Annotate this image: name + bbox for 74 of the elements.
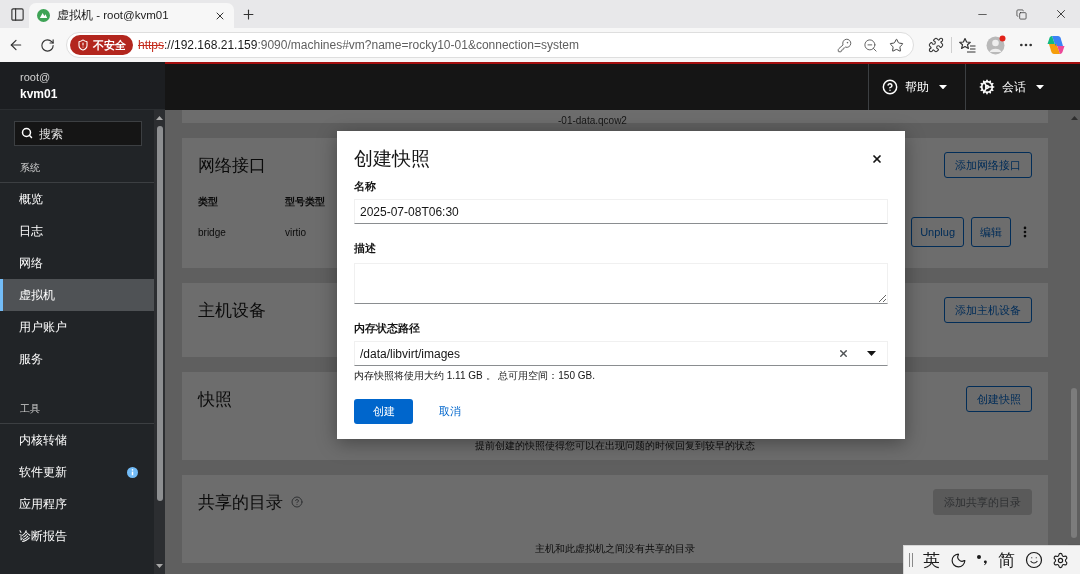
description-textarea[interactable] [354,263,888,304]
clear-icon[interactable] [838,348,849,359]
punctuation-icon[interactable] [976,554,988,566]
user-name: root@ [20,70,52,84]
star-icon[interactable] [889,37,904,53]
grip-handle-icon[interactable] [909,553,913,567]
tab-title: 虚拟机 - root@kvm01 [57,8,170,23]
refresh-icon[interactable] [39,37,55,53]
colorful-swirl-logo-icon[interactable] [1046,35,1066,55]
field-label: 内存状态路径 [354,321,421,335]
scroll-up-icon[interactable] [156,116,163,120]
empty-state-text: 提前创建的快照使得您可以在出现问题的时候回复到较早的状态 [474,440,756,452]
card-title: 共享的目录 [198,491,283,514]
nav-item[interactable]: 诊断报告 [0,520,154,552]
column-header: 型号类型 [285,195,326,209]
input-mode-text[interactable]: 简 [997,548,1016,572]
nav-item[interactable]: 内核转储 [0,424,154,456]
puzzle-icon[interactable] [928,37,944,53]
scrollbar-thumb[interactable] [156,126,163,501]
nav-item[interactable]: 网络 [0,247,154,279]
table-cell-text: virtio [285,226,308,238]
nav-item[interactable]: 用户账户 [0,311,154,343]
create-button[interactable]: 创建 [354,399,413,424]
nav-item[interactable]: 软件更新 [0,456,154,488]
nav-item[interactable]: 服务 [0,343,154,375]
input-mode-text[interactable]: 英 [922,548,941,572]
star-list-icon[interactable] [958,37,976,53]
card-title: 快照 [198,388,232,411]
smiley-icon[interactable] [1025,551,1043,569]
scrollbar-track[interactable] [1068,110,1080,544]
key-icon[interactable] [837,37,852,53]
browser-tab[interactable]: 虚拟机 - root@kvm01 [29,3,234,28]
path-select[interactable]: /data/libvirt/images [354,341,888,366]
zoom-out-icon[interactable] [863,37,878,53]
nav-item[interactable]: 日志 [0,215,154,247]
restore-icon[interactable] [1016,8,1027,20]
scrollbar-track[interactable] [154,110,165,574]
nav-item[interactable]: 虚拟机 [0,279,154,311]
scroll-down-icon[interactable] [156,564,163,568]
search-field[interactable]: 搜索 [14,121,142,146]
caret-down-icon[interactable] [867,351,876,356]
search-icon [21,127,33,139]
panel-icon[interactable] [9,6,25,22]
empty-state-text: 主机和此虚拟机之间没有共享的目录 [534,543,696,555]
table-cell-text: bridge [198,226,227,238]
helper-text: 内存快照将使用大约 1.11 GB 。 总可用空间：150 GB. [354,370,596,382]
avatar-icon[interactable] [986,35,1006,55]
moon-icon[interactable] [950,551,967,569]
caret-down-icon[interactable] [939,84,947,90]
field-label: 名称 [354,179,377,193]
nav-item[interactable]: 概览 [0,183,154,215]
nav-item[interactable]: 应用程序 [0,488,154,520]
caret-down-icon[interactable] [1036,84,1044,90]
disk-file-text: -01-data.qcow2 [558,115,627,127]
address-bar[interactable]: 不安全 https://192.168.21.159:9090/machines#vm?name=rocky10-01&connection=system [66,32,914,58]
mountain-logo-icon [37,9,50,22]
url-text: https://192.168.21.159:9090/machines#vm?name=rocky10-01&connection=system [138,38,579,52]
column-header: 类型 [198,195,219,209]
card-title: 网络接口 [198,154,266,177]
close-icon[interactable] [871,153,883,165]
warning-shield-icon [77,39,89,51]
card-title: 主机设备 [198,299,266,322]
name-input[interactable]: 2025-07-08T06:30 [354,199,888,224]
not-secure-badge[interactable]: 不安全 [70,35,133,55]
section-title: 工具 [20,403,41,415]
plus-icon[interactable] [240,6,256,22]
cancel-link[interactable]: 取消 [429,399,471,424]
dialog-title: 创建快照 [354,147,430,171]
field-label: 描述 [354,241,377,255]
scrollbar-thumb[interactable] [1071,388,1077,538]
section-title: 系统 [20,162,41,174]
host-name: kvm01 [20,86,59,101]
gear-icon[interactable] [979,79,995,95]
settings-icon[interactable] [1052,551,1069,569]
